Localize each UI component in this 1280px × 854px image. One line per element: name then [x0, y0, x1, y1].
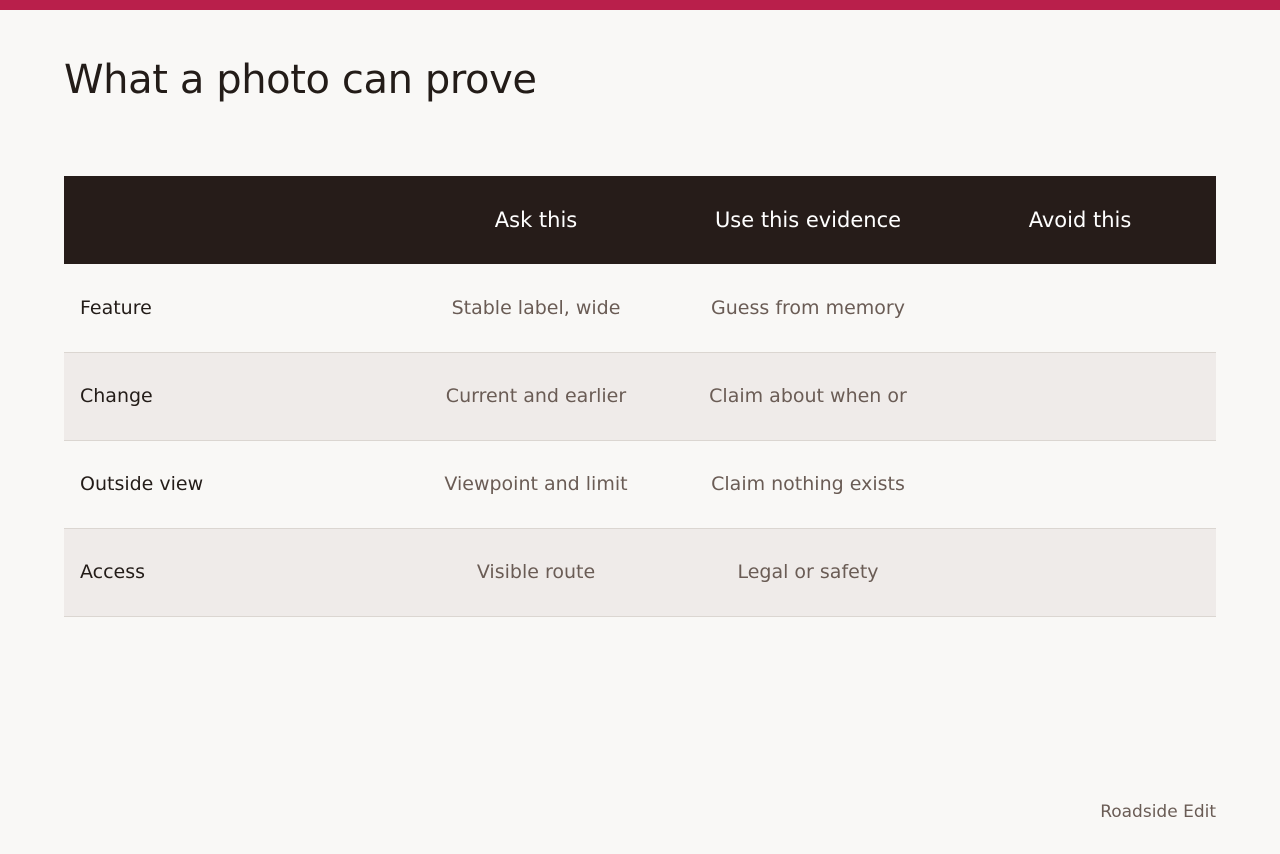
- row-label: Feature: [80, 296, 152, 319]
- table-row: Access Visible route Legal or safety: [64, 528, 1216, 616]
- avoid-cell: [944, 440, 1216, 528]
- evidence-cell: Claim about when or: [709, 385, 907, 407]
- column-header-use-this-evidence: Use this evidence: [714, 208, 902, 232]
- ask-cell: Viewpoint and limit: [444, 473, 628, 495]
- column-header-avoid-this: Avoid this: [1028, 208, 1132, 232]
- evidence-cell: Guess from memory: [711, 296, 905, 319]
- ask-cell: Current and earlier: [445, 385, 627, 407]
- comparison-table: Ask this Use this evidence Avoid this Fe…: [64, 176, 1216, 617]
- evidence-cell: Legal or safety: [737, 561, 879, 583]
- footer-brand: Roadside Edit: [1100, 802, 1216, 822]
- table-row: Outside view Viewpoint and limit Claim n…: [64, 440, 1216, 528]
- comparison-table-container: Ask this Use this evidence Avoid this Fe…: [64, 176, 1216, 617]
- table-row: Change Current and earlier Claim about w…: [64, 352, 1216, 440]
- evidence-cell: Claim nothing exists: [711, 473, 905, 495]
- column-header-ask-this: Ask this: [494, 208, 578, 232]
- ask-cell: Stable label, wide: [451, 296, 621, 319]
- ask-cell: Visible route: [476, 561, 596, 583]
- column-header-label: [64, 176, 400, 264]
- row-label: Change: [80, 385, 153, 407]
- accent-top-bar: [0, 0, 1280, 10]
- avoid-cell: [944, 352, 1216, 440]
- row-label: Access: [80, 561, 146, 583]
- page-title: What a photo can prove: [64, 57, 537, 103]
- avoid-cell: [944, 528, 1216, 616]
- avoid-cell: [944, 264, 1216, 352]
- table-header-row: Ask this Use this evidence Avoid this: [64, 176, 1216, 264]
- row-label: Outside view: [80, 473, 204, 495]
- table-row: Feature Stable label, wide Guess from me…: [64, 264, 1216, 352]
